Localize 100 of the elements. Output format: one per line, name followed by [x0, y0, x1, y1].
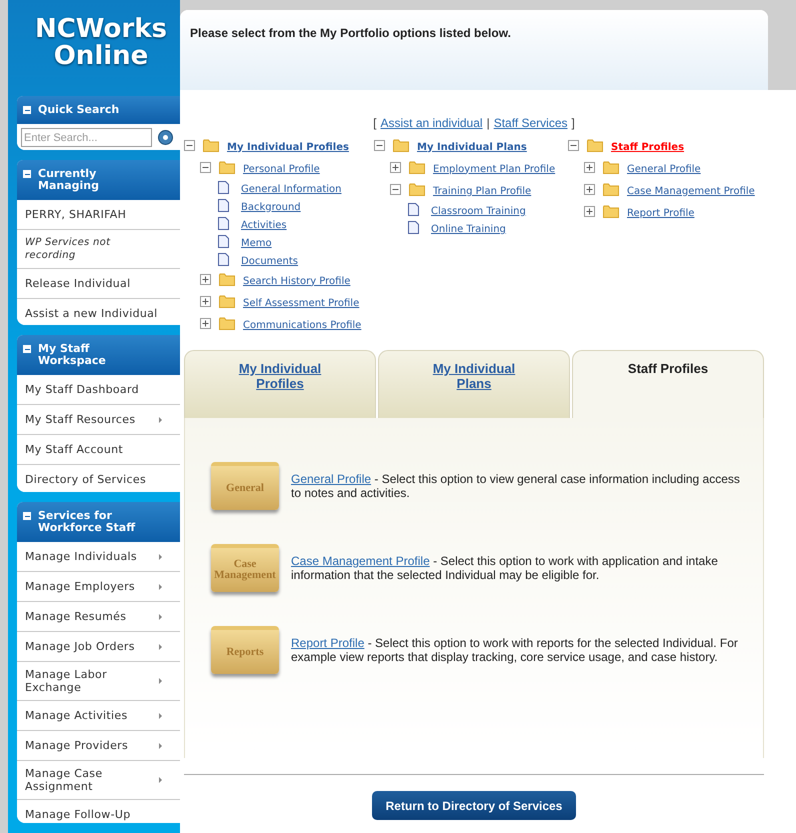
section-header[interactable]: Quick Search	[17, 96, 180, 124]
submenu-arrow-icon	[159, 644, 162, 650]
menu-item[interactable]: My Staff Resources	[25, 413, 136, 426]
search-field[interactable]: Enter Search...	[21, 128, 152, 148]
section-header[interactable]: Currently Managing	[17, 160, 180, 200]
collapse-icon[interactable]	[200, 162, 211, 172]
bracket: ]	[572, 115, 575, 132]
logo-text: Online	[54, 43, 148, 70]
collapse-icon[interactable]	[23, 512, 31, 520]
tree-link[interactable]: Self Assessment Profile	[243, 296, 360, 310]
collapse-icon[interactable]	[23, 170, 31, 178]
menu-item[interactable]: My Staff Account	[25, 443, 123, 456]
tree-link[interactable]: Personal Profile	[243, 162, 320, 176]
tree-link[interactable]: Search History Profile	[243, 274, 350, 288]
tree-link[interactable]: General Information	[241, 182, 342, 196]
tree-link[interactable]: Classroom Training	[431, 204, 526, 218]
folder-icon	[219, 316, 235, 330]
page-icon	[408, 202, 419, 216]
folder-icon	[409, 160, 425, 174]
section-title: Services for Workforce Staff	[38, 510, 136, 534]
expand-icon[interactable]	[390, 162, 401, 172]
tree-link[interactable]: Employment Plan Profile	[433, 162, 556, 176]
page-icon	[218, 180, 229, 194]
collapse-icon[interactable]	[390, 184, 401, 194]
folder-icon	[393, 138, 409, 152]
tree-link[interactable]: Background	[241, 200, 301, 214]
page-icon	[218, 234, 229, 248]
submenu-arrow-icon	[159, 678, 162, 684]
tree-link[interactable]: Online Training	[431, 222, 506, 236]
submenu-arrow-icon	[159, 614, 162, 620]
expand-icon[interactable]	[200, 296, 211, 306]
option-description: Case Management Profile - Select this option to work with application and intake information that the selected Individual may be eligible for.	[291, 554, 719, 582]
service-link[interactable]: Staff Services	[494, 114, 568, 132]
tree-link[interactable]: General Profile	[627, 162, 701, 176]
folder-icon	[219, 294, 235, 308]
tree-link[interactable]: Memo	[241, 236, 272, 250]
menu-item[interactable]: My Staff Dashboard	[25, 383, 139, 396]
menu-item[interactable]: Manage Resumés	[25, 610, 126, 624]
collapse-icon[interactable]	[568, 140, 579, 150]
option-link[interactable]: General Profile	[291, 472, 372, 486]
bracket: [	[373, 115, 376, 132]
submenu-arrow-icon	[159, 554, 162, 560]
folder-icon	[587, 138, 603, 152]
page-instructions: Please select from the My Portfolio options listed below.	[190, 26, 511, 40]
expand-icon[interactable]	[584, 162, 595, 172]
menu-item[interactable]: Manage Follow-Up	[25, 808, 130, 822]
collapse-icon[interactable]	[184, 140, 195, 150]
menu-item[interactable]: Release Individual	[25, 277, 130, 290]
tree-link[interactable]: My Individual Plans	[417, 140, 527, 154]
option-link[interactable]: Report Profile	[291, 636, 364, 650]
section-header[interactable]: Services for Workforce Staff	[17, 502, 180, 542]
collapse-icon[interactable]	[23, 106, 31, 114]
menu-item[interactable]: Manage Individuals	[25, 550, 137, 564]
return-button[interactable]: Return to Directory of Services	[372, 791, 576, 820]
option-link[interactable]: Case Management Profile	[291, 554, 430, 568]
logo-text: NCWorks	[34, 16, 168, 43]
submenu-arrow-icon	[159, 416, 162, 423]
collapse-icon[interactable]	[374, 140, 385, 150]
tree-link[interactable]: Case Management Profile	[627, 184, 755, 198]
menu-item[interactable]: Manage Activities	[25, 709, 128, 722]
page-icon	[408, 220, 419, 234]
profile-tab[interactable]: My Individual Profiles	[184, 350, 376, 418]
section-header[interactable]: My Staff Workspace	[17, 335, 180, 376]
submenu-arrow-icon	[159, 584, 162, 590]
expand-icon[interactable]	[200, 274, 211, 284]
submenu-arrow-icon	[159, 712, 162, 719]
submenu-arrow-icon	[159, 742, 162, 749]
expand-icon[interactable]	[584, 206, 595, 216]
tree-link[interactable]: Documents	[241, 254, 298, 268]
collapse-icon[interactable]	[23, 345, 31, 354]
folder-icon	[603, 204, 619, 218]
profile-tab[interactable]: Staff Profiles	[572, 350, 764, 418]
menu-item[interactable]: Manage Providers	[25, 739, 128, 752]
managed-name: PERRY, SHARIFAH	[25, 208, 126, 222]
tree-link[interactable]: Training Plan Profile	[433, 184, 532, 198]
help-icon[interactable]	[158, 130, 173, 146]
status-note: WP Services not recording	[25, 236, 112, 262]
menu-item[interactable]: Directory of Services	[25, 473, 146, 486]
folder-icon	[203, 138, 219, 152]
menu-item[interactable]: Assist a new Individual	[25, 307, 158, 320]
expand-icon[interactable]	[584, 184, 595, 194]
folder-icon	[219, 272, 235, 286]
section-title: My Staff Workspace	[38, 343, 107, 368]
tree-link[interactable]: Report Profile	[627, 206, 694, 220]
tree-link[interactable]: Communications Profile	[243, 318, 362, 332]
tree-link[interactable]: Staff Profiles	[611, 140, 684, 154]
service-link[interactable]: Assist an individual	[380, 114, 483, 132]
menu-item[interactable]: Manage Case Assignment	[25, 767, 159, 794]
page-icon	[218, 198, 229, 212]
tree-link[interactable]: Activities	[241, 218, 287, 232]
tree-link[interactable]: My Individual Profiles	[227, 140, 349, 154]
menu-item[interactable]: Manage Labor Exchange	[25, 668, 159, 694]
submenu-arrow-icon	[159, 777, 162, 784]
expand-icon[interactable]	[200, 318, 211, 328]
section-title: Currently Managing	[38, 168, 100, 192]
profile-tab[interactable]: My Individual Plans	[378, 350, 570, 418]
menu-item[interactable]: Manage Job Orders	[25, 640, 135, 654]
folder-icon	[219, 160, 235, 174]
folder-icon	[603, 182, 619, 196]
menu-item[interactable]: Manage Employers	[25, 580, 135, 594]
